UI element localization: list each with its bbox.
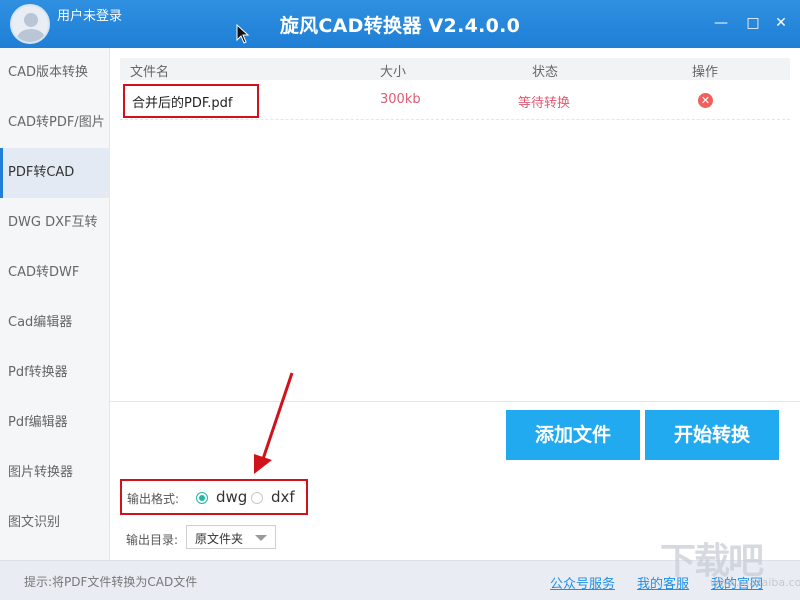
sidebar: CAD版本转换 CAD转PDF/图片 PDF转CAD DWG DXF互转 CAD… <box>0 48 110 560</box>
file-size: 300kb <box>380 92 421 107</box>
output-format-group: 输出格式: dwg dxf <box>120 479 308 515</box>
format-dwg-radio[interactable] <box>196 492 208 504</box>
file-status: 等待转换 <box>518 96 571 111</box>
sidebar-item-pdf-to-cad[interactable]: PDF转CAD <box>0 148 110 198</box>
annotation-arrow-icon <box>254 372 294 474</box>
wechat-service-link[interactable]: 公众号服务 <box>550 573 615 592</box>
delete-icon[interactable]: ✕ <box>698 93 713 108</box>
sidebar-item-cad-editor[interactable]: Cad编辑器 <box>0 298 110 348</box>
output-dir-label: 输出目录: <box>126 533 179 547</box>
file-name: 合并后的PDF.pdf <box>132 96 233 111</box>
sidebar-item-pdf-converter[interactable]: Pdf转换器 <box>0 348 110 398</box>
minimize-icon[interactable]: — <box>712 14 730 32</box>
title-bar: 用户未登录 旋风CAD转换器 V2.4.0.0 — □ ✕ <box>0 0 800 48</box>
output-dir-value: 原文件夹 <box>195 532 244 546</box>
header-status: 状态 <box>532 65 559 80</box>
sidebar-item-cad-to-dwf[interactable]: CAD转DWF <box>0 248 110 298</box>
main-panel: 文件名 大小 状态 操作 合并后的PDF.pdf 300kb 等待转换 ✕ 添加… <box>110 48 800 560</box>
output-format-label: 输出格式: <box>127 492 180 506</box>
format-dwg-label[interactable]: dwg <box>216 488 247 506</box>
header-size: 大小 <box>380 65 407 80</box>
hint-text: 提示:将PDF文件转换为CAD文件 <box>24 575 198 589</box>
sidebar-item-image-converter[interactable]: 图片转换器 <box>0 448 110 498</box>
chevron-down-icon <box>255 535 267 541</box>
file-table-header: 文件名 大小 状态 操作 <box>120 58 790 80</box>
close-icon[interactable]: ✕ <box>772 14 790 32</box>
sidebar-item-pdf-editor[interactable]: Pdf编辑器 <box>0 398 110 448</box>
app-title: 旋风CAD转换器 V2.4.0.0 <box>279 15 521 37</box>
add-file-button[interactable]: 添加文件 <box>506 410 640 460</box>
sidebar-item-dwg-dxf[interactable]: DWG DXF互转 <box>0 198 110 248</box>
header-action: 操作 <box>692 65 719 80</box>
sidebar-item-ocr[interactable]: 图文识别 <box>0 498 110 548</box>
sidebar-item-cad-version[interactable]: CAD版本转换 <box>0 48 110 98</box>
output-dir-select[interactable]: 原文件夹 <box>186 525 276 549</box>
mouse-cursor-icon <box>236 24 250 44</box>
header-filename: 文件名 <box>130 65 170 80</box>
maximize-icon[interactable]: □ <box>744 14 762 32</box>
table-row[interactable]: 合并后的PDF.pdf 300kb 等待转换 ✕ <box>120 80 790 120</box>
sidebar-item-cad-to-pdf[interactable]: CAD转PDF/图片 <box>0 98 110 148</box>
format-dxf-label[interactable]: dxf <box>271 488 295 506</box>
watermark-logo: 下载吧 www.xiazaiba.com <box>660 532 800 600</box>
format-dxf-radio[interactable] <box>251 492 263 504</box>
start-convert-button[interactable]: 开始转换 <box>645 410 779 460</box>
watermark-url: www.xiazaiba.com <box>710 576 800 589</box>
